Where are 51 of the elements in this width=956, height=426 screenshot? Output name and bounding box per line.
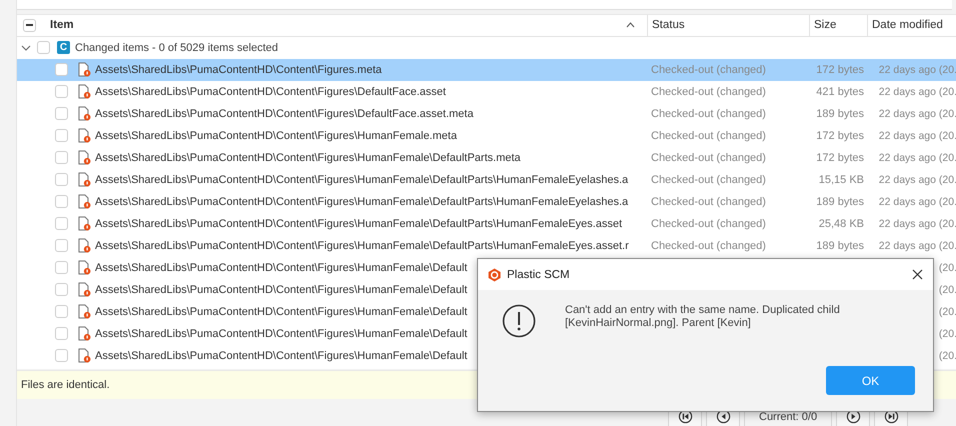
size-cell: 189 bytes	[816, 108, 864, 120]
date-cell: (20.	[938, 284, 956, 296]
item-path: Assets\SharedLibs\PumaContentHD\Content\Figures\HumanFemale\Default	[95, 328, 468, 340]
status-cell: Checked-out (changed)	[651, 196, 766, 208]
item-path: Assets\SharedLibs\PumaContentHD\Content\Figures\HumanFemale\DefaultParts.meta	[95, 152, 521, 164]
date-cell: 22 days ago (20.	[878, 64, 956, 76]
item-path: Assets\SharedLibs\PumaContentHD\Content\Figures.meta	[95, 64, 382, 76]
size-cell: 189 bytes	[816, 240, 864, 252]
date-cell: (20.	[938, 328, 956, 340]
date-cell: 22 days ago (20.	[878, 108, 956, 120]
size-cell: 421 bytes	[816, 86, 864, 98]
error-message: Can't add an entry with the same name. Duplicated child [KevinHairNormal.png]. Parent [Kevin]	[565, 304, 841, 331]
status-cell: Checked-out (changed)	[651, 152, 766, 164]
item-path: Assets\SharedLibs\PumaContentHD\Content\Figures\HumanFemale\Default	[95, 350, 468, 362]
info-message: Files are identical.	[21, 379, 110, 392]
size-cell: 172 bytes	[816, 64, 864, 76]
date-cell: 22 days ago (20.	[878, 130, 956, 142]
item-path: Assets\SharedLibs\PumaContentHD\Content\Figures\HumanFemale\DefaultParts\HumanFemaleEyes.asset	[95, 218, 622, 230]
item-path: Assets\SharedLibs\PumaContentHD\Content\Figures\HumanFemale\DefaultParts\HumanFemaleEyes.asset.r	[95, 240, 629, 252]
status-cell: Checked-out (changed)	[651, 108, 766, 120]
date-cell: 22 days ago (20.	[878, 218, 956, 230]
item-path: Assets\SharedLibs\PumaContentHD\Content\Figures\HumanFemale\Default	[95, 262, 468, 274]
size-cell: 172 bytes	[816, 130, 864, 142]
item-path: Assets\SharedLibs\PumaContentHD\Content\Figures\DefaultFace.asset.meta	[95, 108, 474, 120]
date-cell: 22 days ago (20.	[878, 152, 956, 164]
date-cell: (20.	[938, 306, 956, 318]
date-cell: 22 days ago (20.	[878, 240, 956, 252]
date-cell: 22 days ago (20.	[878, 174, 956, 186]
item-path: Assets\SharedLibs\PumaContentHD\Content\Figures\HumanFemale\Default	[95, 306, 468, 318]
dialog-title: Plastic SCM	[507, 268, 571, 280]
date-cell: 22 days ago (20.	[878, 196, 956, 208]
item-path: Assets\SharedLibs\PumaContentHD\Content\Figures\HumanFemale\DefaultParts\HumanFemaleEyelashes.a	[95, 196, 628, 208]
date-cell: (20.	[938, 262, 956, 274]
item-path: Assets\SharedLibs\PumaContentHD\Content\Figures\HumanFemale.meta	[95, 130, 457, 142]
size-cell: 172 bytes	[816, 152, 864, 164]
date-cell: 22 days ago (20.	[878, 86, 956, 98]
size-cell: 25,48 KB	[818, 218, 864, 230]
status-cell: Checked-out (changed)	[651, 240, 766, 252]
size-cell: 15,15 KB	[818, 174, 864, 186]
status-cell: Checked-out (changed)	[651, 86, 766, 98]
changes-badge: C	[57, 41, 70, 54]
date-cell: (20.	[938, 350, 956, 362]
size-cell: 189 bytes	[816, 196, 864, 208]
status-cell: Checked-out (changed)	[651, 218, 766, 230]
group-label: Changed items - 0 of 5029 items selected	[75, 42, 278, 54]
item-path: Assets\SharedLibs\PumaContentHD\Content\Figures\HumanFemale\Default	[95, 284, 468, 296]
status-cell: Checked-out (changed)	[651, 174, 766, 186]
status-cell: Checked-out (changed)	[651, 64, 766, 76]
status-cell: Checked-out (changed)	[651, 130, 766, 142]
item-path: Assets\SharedLibs\PumaContentHD\Content\Figures\DefaultFace.asset	[95, 86, 446, 98]
item-path: Assets\SharedLibs\PumaContentHD\Content\Figures\HumanFemale\DefaultParts\HumanFemaleEyelashes.a	[95, 174, 628, 186]
